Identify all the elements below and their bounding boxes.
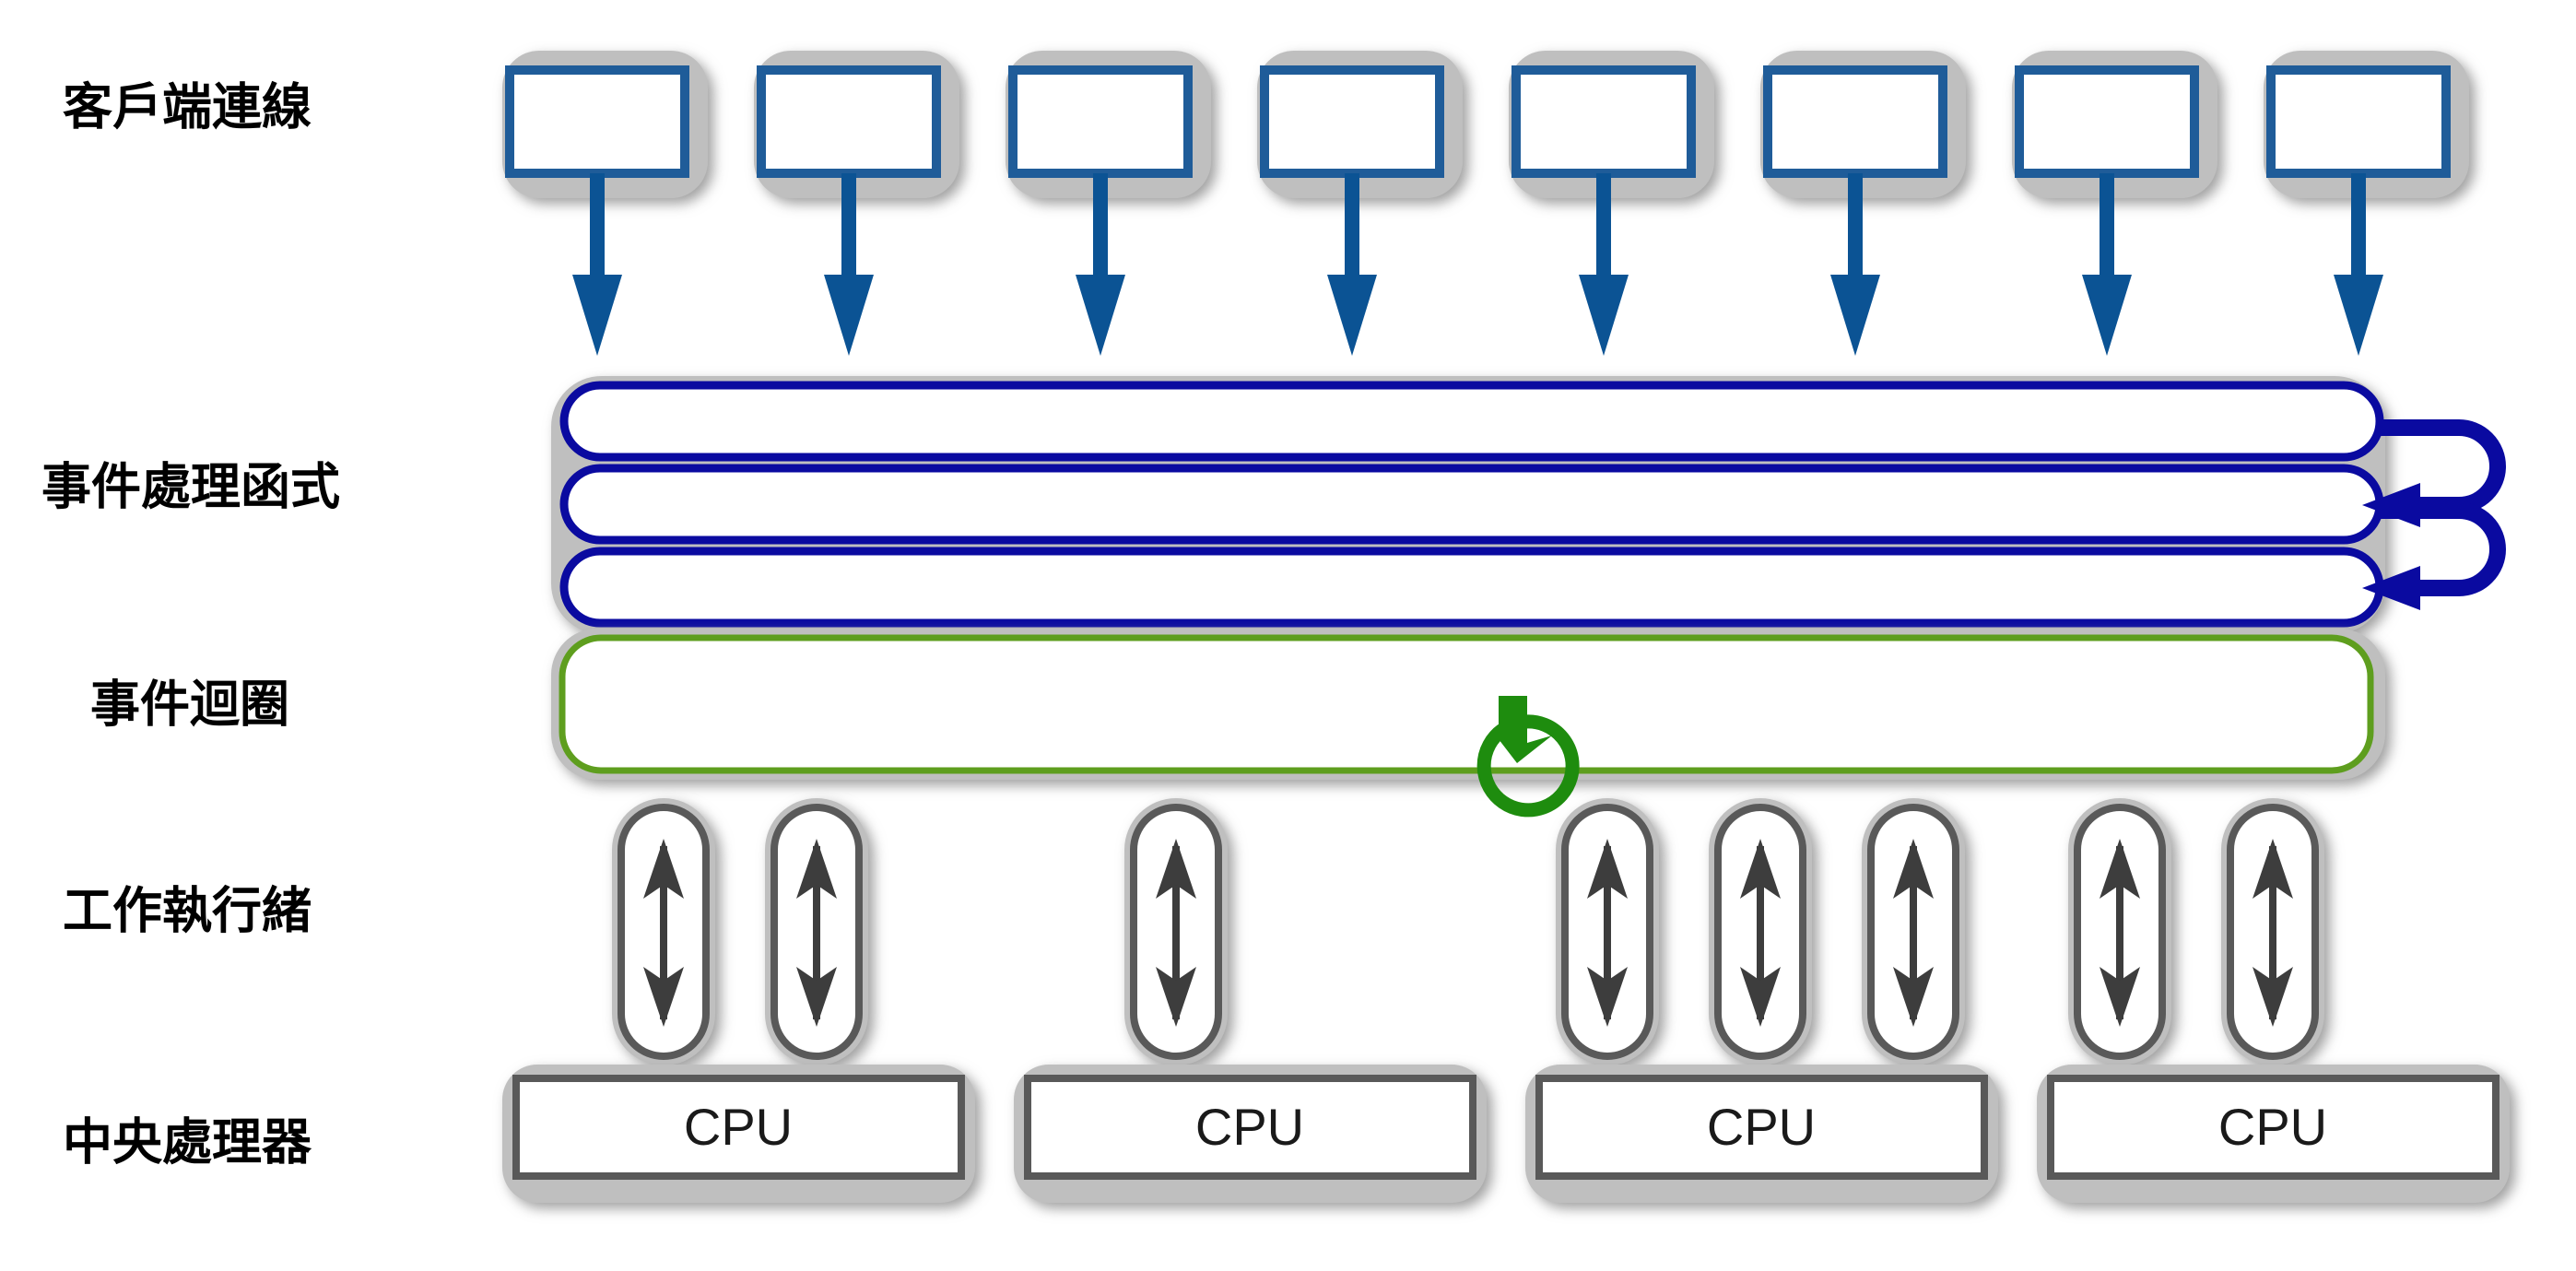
event-handlers-row <box>551 376 2506 634</box>
event-handler-bar-1[interactable] <box>559 381 2384 462</box>
dispatch-arrow-7 <box>2082 173 2132 356</box>
architecture-diagram: 客戶端連線 事件處理函式 事件迴圈 工作執行緒 中央處理器 CPU CPU CP… <box>41 51 2510 1203</box>
row-label-client-connections: 客戶端連線 <box>63 78 312 136</box>
row-label-event-handlers: 事件處理函式 <box>41 458 340 516</box>
dispatch-arrow-8 <box>2334 173 2383 356</box>
diagram-canvas: 客戶端連線 事件處理函式 事件迴圈 工作執行緒 中央處理器 CPU CPU CP… <box>0 0 2576 1271</box>
client-connections-row <box>502 51 2469 198</box>
cpu-label-4: CPU <box>2218 1098 2327 1156</box>
cpu-label-3: CPU <box>1707 1098 1816 1156</box>
client-box-5[interactable] <box>1511 65 1696 178</box>
client-box-6[interactable] <box>1763 65 1947 178</box>
client-box-1[interactable] <box>505 65 689 178</box>
client-box-7[interactable] <box>2015 65 2199 178</box>
dispatch-arrow-3 <box>1076 173 1125 356</box>
dispatch-arrows <box>572 173 2383 356</box>
cpu-label-1: CPU <box>684 1098 793 1156</box>
client-box-3[interactable] <box>1008 65 1193 178</box>
worker-thread-group-3 <box>1556 798 1965 1065</box>
event-loop-row <box>551 629 2385 818</box>
worker-threads-row <box>612 798 2324 1065</box>
client-box-8[interactable] <box>2266 65 2451 178</box>
row-label-worker-threads: 工作執行緒 <box>63 882 312 940</box>
row-label-cpus: 中央處理器 <box>63 1113 312 1171</box>
worker-thread-group-4 <box>2068 798 2324 1065</box>
cpu-row: CPU CPU CPU CPU <box>502 1065 2510 1203</box>
dispatch-arrow-6 <box>1830 173 1880 356</box>
row-label-event-loop: 事件迴圈 <box>90 676 289 734</box>
client-boxes[interactable] <box>505 65 2451 178</box>
client-box-2[interactable] <box>757 65 941 178</box>
cpu-2-group[interactable]: CPU <box>1014 1065 1487 1203</box>
event-handler-bar-2[interactable] <box>559 464 2384 545</box>
worker-thread-group-2 <box>1124 798 1228 1065</box>
dispatch-arrow-2 <box>824 173 874 356</box>
dispatch-arrow-5 <box>1579 173 1629 356</box>
cpu-3-group[interactable]: CPU <box>1525 1065 1998 1203</box>
row-labels: 客戶端連線 事件處理函式 事件迴圈 工作執行緒 中央處理器 <box>41 78 340 1171</box>
cpu-label-2: CPU <box>1195 1098 1304 1156</box>
cpu-1-group[interactable]: CPU <box>502 1065 975 1203</box>
cpu-4-group[interactable]: CPU <box>2037 1065 2510 1203</box>
event-loop-box[interactable] <box>559 634 2374 774</box>
client-box-4[interactable] <box>1260 65 1444 178</box>
dispatch-arrow-4 <box>1327 173 1377 356</box>
event-handler-bar-3[interactable] <box>559 547 2384 628</box>
worker-thread-group-1 <box>612 798 868 1065</box>
dispatch-arrow-1 <box>572 173 622 356</box>
